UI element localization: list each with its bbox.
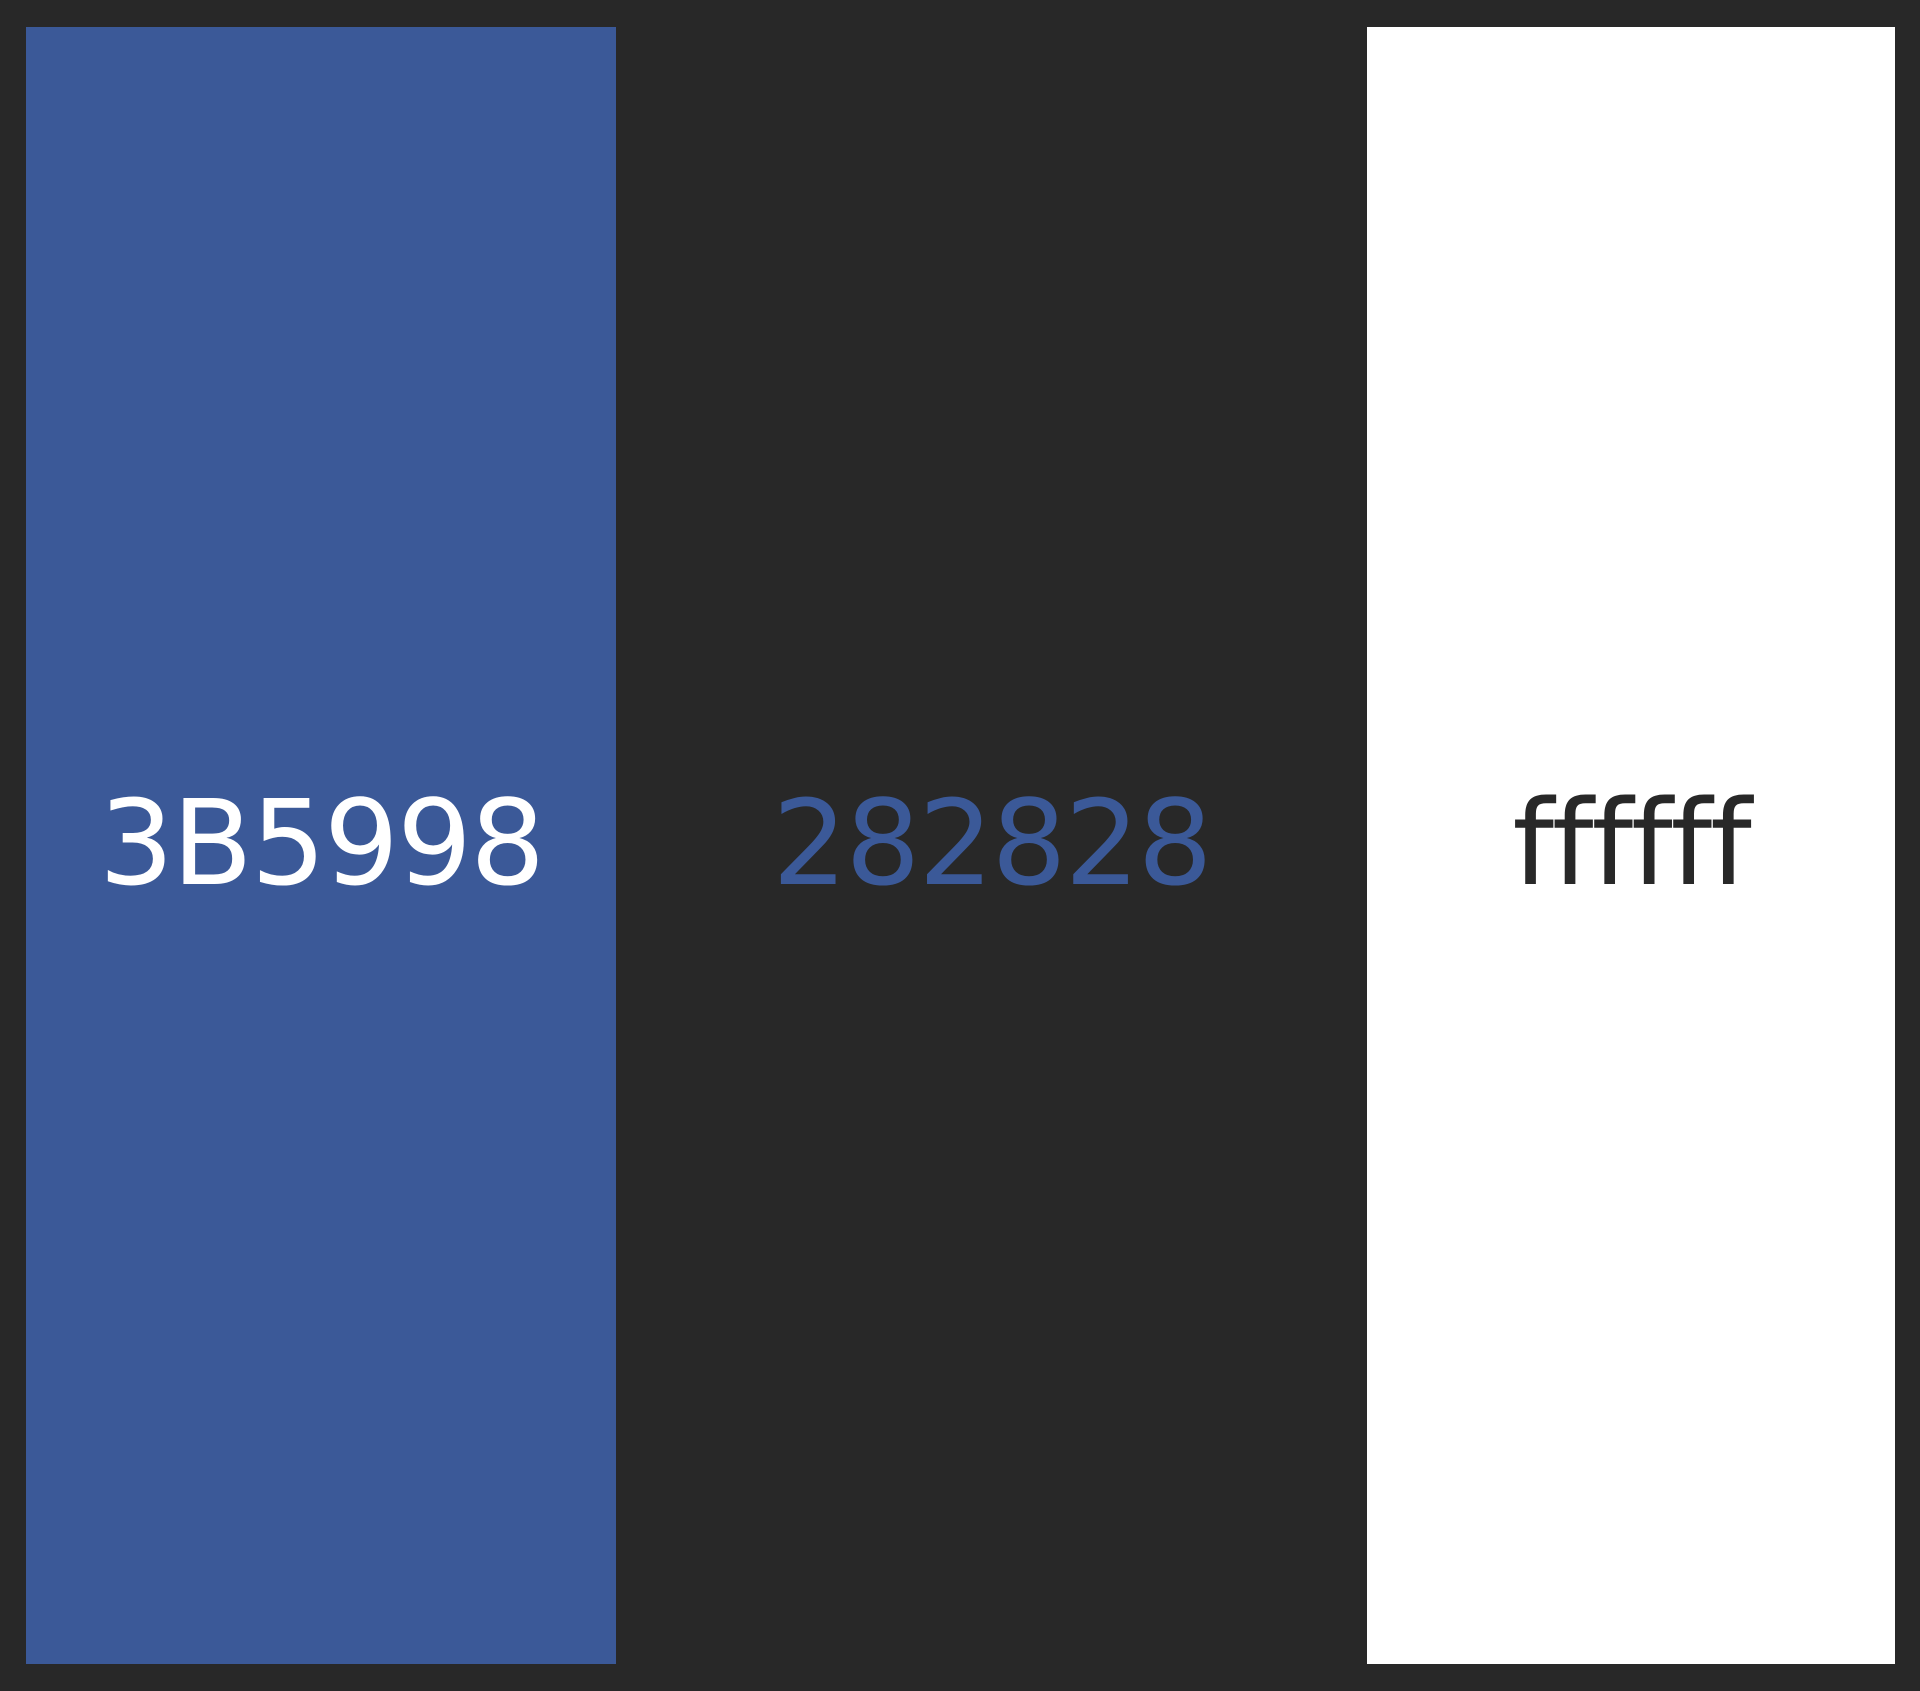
swatch-dark-hex-label: 282828: [772, 773, 1212, 912]
color-palette: 3B5998 282828 ffffff: [0, 0, 1920, 1691]
swatch-blue: 3B5998: [26, 27, 616, 1664]
swatch-dark: 282828: [616, 0, 1367, 1691]
swatch-white-hex-label: ffffff: [1512, 773, 1751, 912]
swatch-blue-hex-label: 3B5998: [98, 773, 545, 912]
swatch-white: ffffff: [1367, 27, 1895, 1664]
